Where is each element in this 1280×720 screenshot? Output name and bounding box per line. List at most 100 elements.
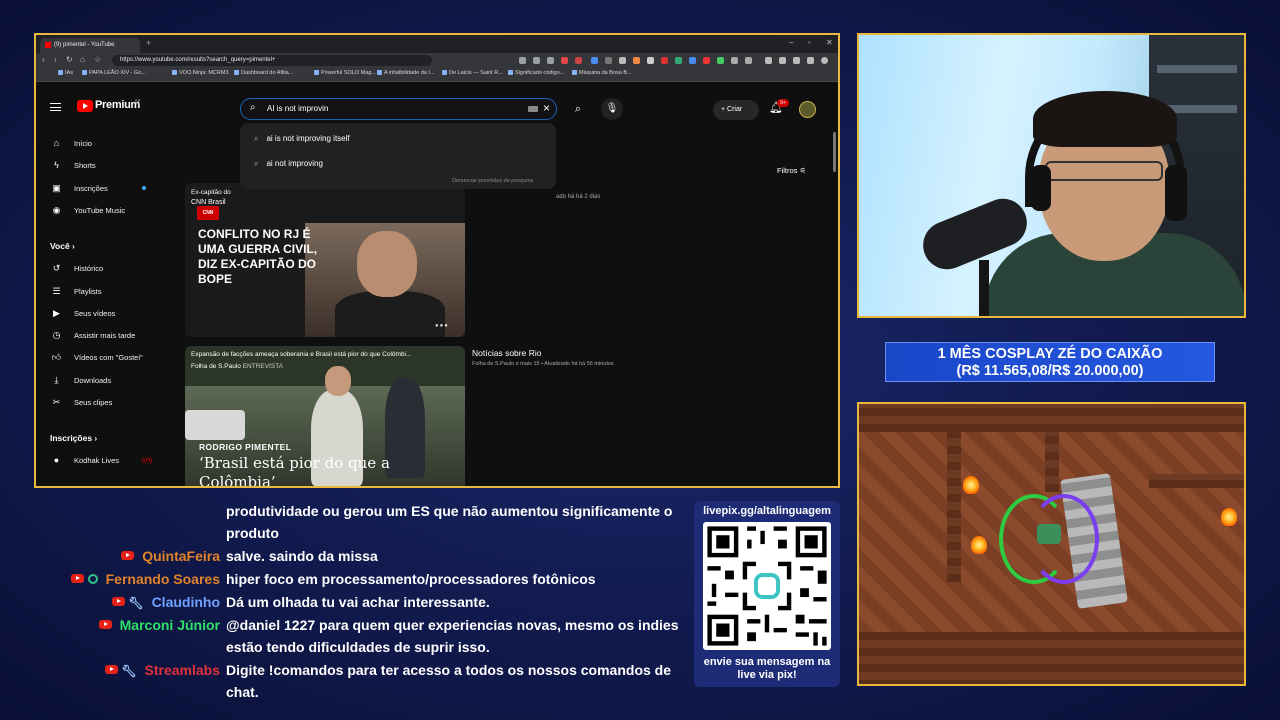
- extension-icon[interactable]: [519, 57, 526, 64]
- suggestion-item[interactable]: ⌕ ai is not improving itself: [254, 134, 350, 144]
- minimize-icon[interactable]: –: [789, 38, 793, 47]
- search-icon: ⌕: [250, 102, 256, 113]
- bookmark-item[interactable]: Máquina da Bosa B...: [572, 70, 632, 76]
- maximize-icon[interactable]: ▫: [808, 38, 811, 47]
- sidebar-item-playlists[interactable]: ☰ Playlists: [50, 286, 101, 297]
- youtube-logo-icon[interactable]: [77, 100, 93, 112]
- sidebar-item-clips[interactable]: ✂ Seus clipes: [50, 397, 113, 408]
- extension-icon[interactable]: [575, 57, 582, 64]
- extension-icon[interactable]: [619, 57, 626, 64]
- sidebar-item-history[interactable]: ↺ Histórico: [50, 263, 103, 274]
- avatar[interactable]: [799, 101, 816, 118]
- close-window-icon[interactable]: ✕: [826, 38, 833, 47]
- sidebar-item-liked-videos[interactable]: 👍︎ Vídeos com "Gostei": [50, 352, 143, 363]
- extension-icon[interactable]: [765, 57, 772, 64]
- mic-stand: [979, 260, 989, 316]
- bookmark-item[interactable]: Dashboard do Afilia...: [234, 70, 293, 76]
- extension-icon[interactable]: [703, 57, 710, 64]
- home-icon[interactable]: ⌂: [80, 55, 85, 64]
- extension-icon[interactable]: [661, 57, 668, 64]
- extension-icon[interactable]: [745, 57, 752, 64]
- sidebar-item-channel[interactable]: ● Kodhak Lives: [50, 455, 119, 465]
- extension-icon[interactable]: [675, 57, 682, 64]
- extension-icon[interactable]: [561, 57, 568, 64]
- cnn-logo-icon: CNN: [197, 206, 219, 220]
- bookmark-icon[interactable]: ☆: [94, 55, 101, 64]
- sidebar-item-shorts[interactable]: ϟ Shorts: [50, 160, 96, 170]
- chat-message: hiper foco em processamento/processadore…: [226, 571, 596, 587]
- qr-url: livepix.gg/altalinguagem: [703, 505, 831, 517]
- extension-icon[interactable]: [779, 57, 786, 64]
- youtube-favicon-icon: [45, 42, 51, 48]
- extension-icon[interactable]: [605, 57, 612, 64]
- screen-capture-browser: (9) pimentel - YouTube + – ▫ ✕ ‹ › ↻ ⌂ ☆…: [34, 33, 840, 488]
- section-header-subscriptions[interactable]: Inscrições ›: [50, 433, 97, 443]
- scrollbar[interactable]: [833, 132, 836, 172]
- report-predictions-link[interactable]: Denunciar previsões de pesquisa: [452, 178, 533, 184]
- chat-username: Fernando Soares: [40, 568, 220, 590]
- section-title[interactable]: Notícias sobre Rio: [472, 348, 541, 358]
- search-input[interactable]: ⌕ AI is not improvin ×: [240, 98, 557, 120]
- carousel-dots-icon[interactable]: ●●●: [435, 486, 449, 488]
- sidebar-item-your-videos[interactable]: ▶ Seus vídeos: [50, 308, 115, 319]
- bookmark-item[interactable]: VOO.Ninja: MCRM3: [172, 70, 229, 76]
- member-badge-icon: [87, 574, 98, 584]
- keyboard-icon[interactable]: [528, 106, 538, 112]
- youtube-brand[interactable]: Premium: [95, 99, 140, 111]
- back-icon[interactable]: ‹: [42, 55, 45, 64]
- tab-bar: (9) pimentel - YouTube + – ▫ ✕: [36, 35, 838, 53]
- bookmark-item[interactable]: Significado código...: [508, 70, 564, 76]
- forward-icon[interactable]: ›: [54, 55, 57, 64]
- sidebar-item-downloads[interactable]: ⤓ Downloads: [50, 375, 112, 386]
- news-card-cnn[interactable]: Ex-capitão do CNN Brasil CNN CONFLITO NO…: [185, 183, 465, 337]
- sidebar-item-subscriptions[interactable]: ▣ Inscrições: [50, 183, 108, 194]
- news-card-folha[interactable]: Expansão de facções ameaça soberania e B…: [185, 346, 465, 488]
- extension-icon[interactable]: [689, 57, 696, 64]
- sidebar-item-label: Início: [74, 139, 92, 148]
- url-input[interactable]: https://www.youtube.com/results?search_q…: [112, 55, 432, 66]
- fire-icon: [971, 536, 987, 554]
- create-button[interactable]: + Criar: [713, 100, 759, 120]
- reload-icon[interactable]: ↻: [66, 55, 73, 64]
- extension-icon[interactable]: [793, 57, 800, 64]
- thumbnail-person: [335, 291, 445, 337]
- section-header-you[interactable]: Você ›: [50, 241, 75, 251]
- sidebar-item-home[interactable]: ⌂ Início: [50, 138, 92, 148]
- menu-icon[interactable]: [50, 103, 61, 111]
- card-title: Expansão de facções ameaça soberania e B…: [191, 351, 412, 358]
- pix-qr-panel: livepix.gg/altalinguagem envie sua mensa…: [694, 501, 840, 687]
- extension-icon[interactable]: [591, 57, 598, 64]
- music-icon: ◉: [52, 205, 61, 215]
- extension-icon[interactable]: [633, 57, 640, 64]
- filters-button[interactable]: Filtros ⚟: [777, 166, 806, 175]
- carousel-dots-icon[interactable]: ●●●: [435, 323, 449, 329]
- extension-icon[interactable]: [547, 57, 554, 64]
- extension-icon[interactable]: [717, 57, 724, 64]
- cave-wall: [859, 632, 1244, 684]
- search-button[interactable]: ⌕: [567, 98, 589, 120]
- bookmark-item[interactable]: De Laicis — Saint R...: [442, 70, 503, 76]
- bookmark-item[interactable]: PAPA LEÃO XIV - Go...: [82, 70, 146, 76]
- search-query[interactable]: AI is not improvin: [267, 104, 328, 113]
- moderator-wrench-icon: 🔧︎: [121, 664, 137, 678]
- extension-icon[interactable]: [647, 57, 654, 64]
- voice-search-icon[interactable]: 🎙︎: [601, 98, 623, 120]
- profile-icon[interactable]: [821, 57, 828, 64]
- suggestion-item[interactable]: ⌕ ai not improving: [254, 159, 323, 169]
- new-tab-icon[interactable]: +: [146, 38, 151, 48]
- extension-icon[interactable]: [533, 57, 540, 64]
- chat-message: produto: [226, 525, 279, 541]
- sidebar-item-youtube-music[interactable]: ◉ YouTube Music: [50, 205, 126, 216]
- qr-code-icon[interactable]: [703, 522, 831, 650]
- tab-youtube[interactable]: (9) pimentel - YouTube: [40, 38, 140, 53]
- card-source: Ex-capitão do: [191, 189, 231, 196]
- sidebar-item-watch-later[interactable]: ◷ Assistir mais tarde: [50, 330, 136, 341]
- bookmark-item[interactable]: Powerful SOLO Mag...: [314, 70, 376, 76]
- scissors-icon: ✂: [52, 397, 61, 407]
- bookmark-item[interactable]: A infalibilidade da I...: [377, 70, 434, 76]
- extension-icon[interactable]: [731, 57, 738, 64]
- clear-search-icon[interactable]: ×: [543, 101, 550, 115]
- bookmark-item[interactable]: IAs: [58, 70, 73, 76]
- extension-icon[interactable]: [807, 57, 814, 64]
- youtube-icon: [98, 620, 112, 629]
